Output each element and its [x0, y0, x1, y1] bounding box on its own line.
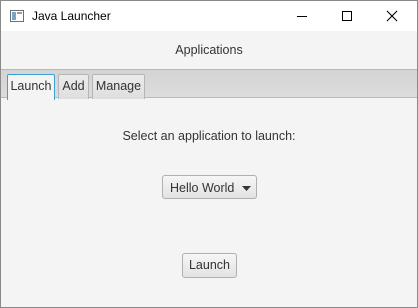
java-app-icon	[10, 10, 24, 22]
launch-button[interactable]: Launch	[182, 253, 237, 278]
selected-application: Hello World	[170, 181, 235, 195]
maximize-button[interactable]	[325, 1, 370, 31]
launch-prompt: Select an application to launch:	[122, 129, 296, 143]
title-bar[interactable]: Java Launcher	[1, 1, 417, 31]
header-title: Applications	[175, 43, 243, 57]
chevron-down-icon	[242, 186, 251, 191]
close-button[interactable]	[370, 1, 415, 31]
tab-add[interactable]: Add	[58, 74, 89, 99]
close-icon	[386, 10, 398, 22]
launcher-window: Java Launcher Applications Launch Add Ma…	[0, 0, 418, 308]
minimize-button[interactable]	[280, 1, 325, 31]
tab-manage[interactable]: Manage	[92, 74, 145, 99]
minimize-icon	[297, 16, 307, 17]
application-select[interactable]: Hello World	[162, 175, 257, 199]
window-title: Java Launcher	[32, 9, 111, 23]
tab-launch[interactable]: Launch	[7, 74, 55, 100]
tab-bar: Launch Add Manage	[1, 69, 417, 100]
maximize-icon	[342, 11, 352, 21]
app-header: Applications	[1, 31, 417, 69]
